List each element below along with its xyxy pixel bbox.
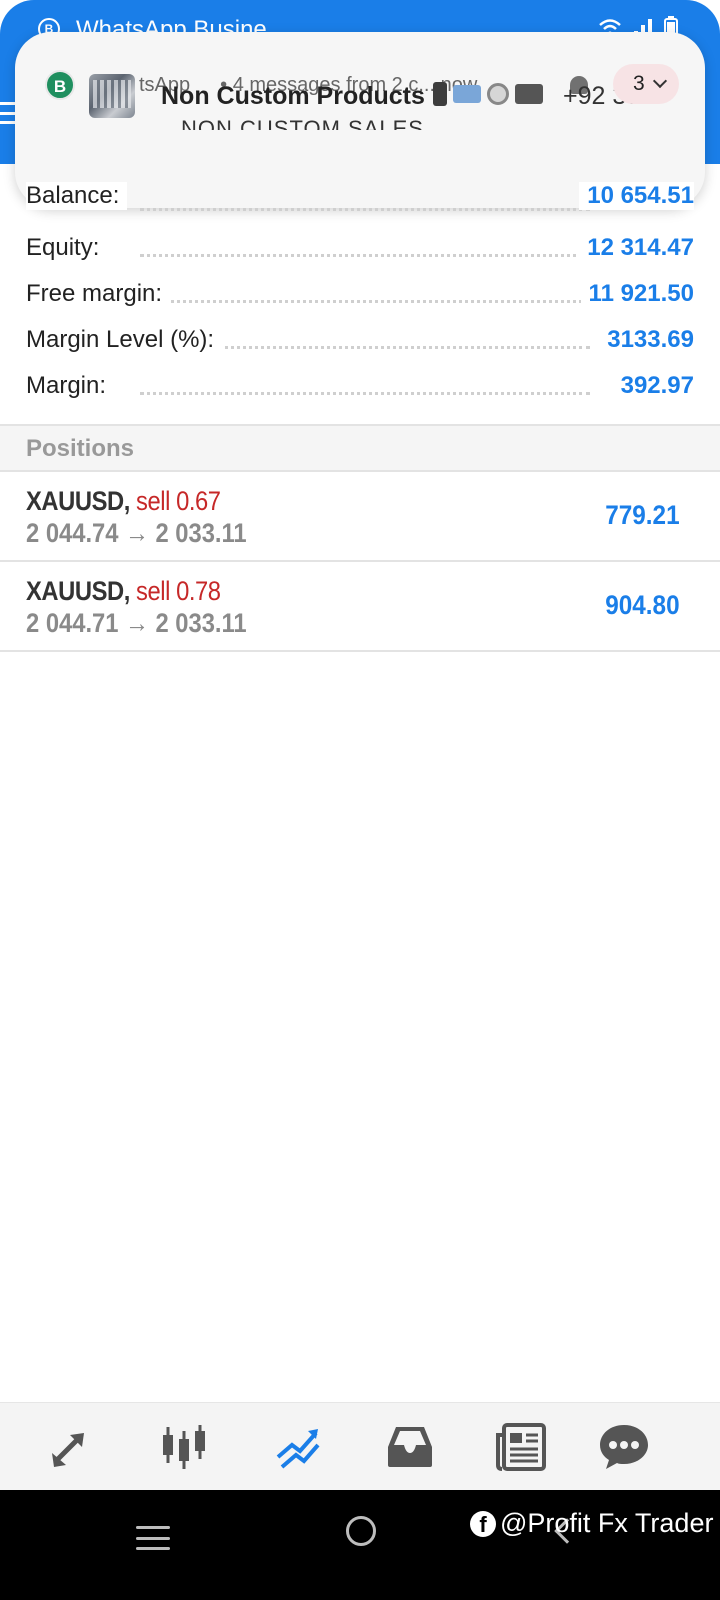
laptop-emoji-icon: [453, 85, 481, 103]
trade-tab[interactable]: [272, 1421, 324, 1473]
product-thumbnail: [89, 74, 135, 118]
newspaper-icon: [496, 1423, 546, 1471]
position-symbol: XAUUSD, sell 0.67: [26, 486, 221, 517]
margin-label: Margin:: [26, 372, 115, 400]
quotes-tab[interactable]: [46, 1421, 98, 1473]
home-icon[interactable]: [346, 1516, 376, 1546]
trade-trend-icon: [276, 1429, 320, 1469]
position-side: sell 0.67: [136, 486, 221, 516]
equity-label: Equity:: [26, 234, 108, 262]
history-tab[interactable]: [384, 1421, 436, 1473]
margin-value: 392.97: [612, 372, 694, 400]
dotted-leader: [140, 254, 590, 257]
watermark-text: @Profit Fx Trader: [500, 1508, 714, 1538]
dotted-leader: [140, 392, 590, 395]
position-row[interactable]: XAUUSD, sell 0.67 2 044.74 → 2 033.11 77…: [0, 472, 720, 562]
balance-value: 10 654.51: [579, 182, 694, 210]
dotted-leader: [140, 300, 590, 303]
notification-subtitle: NON CUSTOM SALES: [181, 116, 424, 130]
position-profit: 779.21: [605, 500, 680, 530]
candlestick-icon: [163, 1425, 205, 1469]
dotted-leader: [140, 208, 590, 211]
position-profit: 904.80: [605, 590, 680, 620]
positions-section-header: Positions: [0, 424, 720, 472]
equity-row: Equity: 12 314.47: [0, 226, 720, 270]
position-row[interactable]: XAUUSD, sell 0.78 2 044.71 → 2 033.11 90…: [0, 562, 720, 652]
position-side: sell 0.78: [136, 576, 221, 606]
equity-value: 12 314.47: [579, 234, 694, 262]
positions-header-label: Positions: [26, 435, 135, 462]
news-tab[interactable]: [496, 1421, 548, 1473]
inbox-icon: [388, 1427, 432, 1467]
position-symbol: XAUUSD, sell 0.78: [26, 576, 221, 607]
chat-tab[interactable]: [598, 1421, 650, 1473]
free-margin-label: Free margin:: [26, 280, 171, 308]
margin-level-row: Margin Level (%): 3133.69: [0, 318, 720, 362]
watermark: f @Profit Fx Trader: [470, 1508, 713, 1539]
free-margin-value: 11 921.50: [580, 280, 694, 308]
bottom-tab-bar: [0, 1402, 720, 1490]
quotes-arrows-icon: [52, 1433, 84, 1467]
margin-level-value: 3133.69: [599, 326, 694, 354]
notification-title: Non Custom Products: [161, 82, 425, 110]
notification-count-pill[interactable]: [613, 64, 679, 104]
phone-emoji-icon: [433, 82, 447, 106]
whatsapp-business-icon: B: [45, 70, 75, 100]
emoji-row: [433, 82, 543, 106]
margin-level-label: Margin Level (%):: [26, 326, 223, 354]
watch-emoji-icon: [487, 83, 509, 105]
position-prices: 2 044.74 → 2 033.11: [26, 518, 247, 548]
position-symbol-text: XAUUSD,: [26, 576, 130, 606]
chart-tab[interactable]: [158, 1421, 210, 1473]
balance-row: Balance: 10 654.51: [0, 180, 720, 214]
notification-count: 3: [633, 72, 645, 95]
position-prices: 2 044.71 → 2 033.11: [26, 608, 247, 638]
margin-row: Margin: 392.97: [0, 364, 720, 408]
chat-bubble-icon: [600, 1425, 648, 1469]
recent-apps-icon[interactable]: [136, 1526, 170, 1550]
camera-emoji-icon: [515, 84, 543, 104]
facebook-icon: f: [470, 1510, 496, 1537]
position-symbol-text: XAUUSD,: [26, 486, 130, 516]
free-margin-row: Free margin: 11 921.50: [0, 272, 720, 316]
system-nav-bar: f @Profit Fx Trader: [0, 1490, 720, 1600]
balance-label: Balance:: [26, 182, 128, 210]
